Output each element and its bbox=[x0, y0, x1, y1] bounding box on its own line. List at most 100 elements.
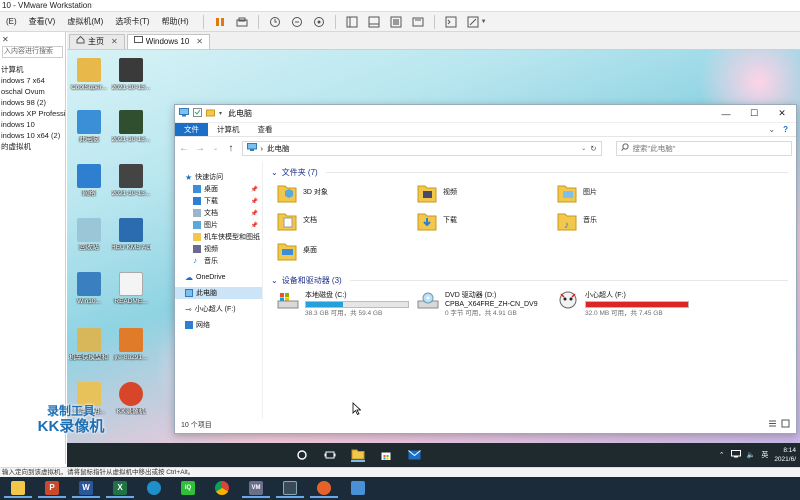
full-screen-icon[interactable] bbox=[390, 16, 402, 28]
vmware-icon[interactable]: VM bbox=[242, 479, 270, 498]
input-language[interactable]: 英 bbox=[761, 450, 768, 460]
close-icon[interactable]: ✕ bbox=[111, 35, 118, 49]
tab-file[interactable]: 文件 bbox=[175, 123, 208, 136]
library-item[interactable]: 计算机 bbox=[0, 64, 65, 75]
folders-section-header[interactable]: ⌄ 文件夹 (7) bbox=[271, 165, 788, 179]
chevron-down-icon[interactable]: ⌄ bbox=[581, 145, 586, 152]
library-item[interactable]: indows 98 (2) bbox=[0, 97, 65, 108]
desktop-icon[interactable]: 2021-10-13... bbox=[111, 164, 151, 197]
menu-tabs[interactable]: 选项卡(T) bbox=[109, 16, 155, 27]
nav-item-desktop[interactable]: 桌面 📌 bbox=[175, 183, 262, 195]
breadcrumb[interactable]: 此电脑 bbox=[267, 143, 290, 154]
snapshot-icon[interactable] bbox=[269, 16, 281, 28]
volume-icon[interactable]: 🔈 bbox=[747, 451, 756, 459]
chevron-up-icon[interactable]: ⌃ bbox=[719, 451, 725, 459]
menu-help[interactable]: 帮助(H) bbox=[156, 16, 195, 27]
chevron-down-icon[interactable]: ⌄ bbox=[211, 145, 220, 152]
refresh-icon[interactable]: ↻ bbox=[590, 144, 596, 153]
unity-icon[interactable] bbox=[412, 16, 424, 28]
network-icon[interactable] bbox=[730, 450, 741, 460]
maximize-icon[interactable]: ☐ bbox=[740, 105, 768, 123]
folder-videos[interactable]: 视频 bbox=[417, 181, 457, 203]
folder-documents[interactable]: 文档 bbox=[277, 209, 317, 231]
library-search-input[interactable]: 入内容进行搜索 bbox=[2, 46, 63, 58]
iqiyi-icon[interactable]: iQ bbox=[174, 479, 202, 498]
tab-home[interactable]: 主页 ✕ bbox=[69, 34, 125, 49]
nav-network[interactable]: 网络 bbox=[175, 319, 262, 331]
nav-item-pictures[interactable]: 图片 📌 bbox=[175, 219, 262, 231]
desktop-icon[interactable]: 此电脑 bbox=[69, 110, 109, 143]
mail-icon[interactable] bbox=[407, 448, 421, 462]
folder-desktop[interactable]: 桌面 bbox=[277, 239, 317, 261]
nav-item-downloads[interactable]: 下载 📌 bbox=[175, 195, 262, 207]
chrome-icon[interactable] bbox=[208, 479, 236, 498]
folder-downloads[interactable]: 下载 bbox=[417, 209, 457, 231]
library-item[interactable]: indows 7 x64 bbox=[0, 75, 65, 86]
nav-usb-drive[interactable]: ⊸ 小心超人 (F:) bbox=[175, 303, 262, 315]
nav-item-videos[interactable]: 视频 bbox=[175, 243, 262, 255]
revert-snapshot-icon[interactable] bbox=[291, 16, 303, 28]
word-icon[interactable]: W bbox=[72, 479, 100, 498]
drive-f[interactable]: 小心超人 (F:) 32.0 MB 可用，共 7.45 GB bbox=[557, 291, 689, 318]
tab-computer[interactable]: 计算机 bbox=[208, 123, 249, 136]
nav-quick-access[interactable]: ★ 快速访问 bbox=[175, 171, 262, 183]
snapshot-manager-icon[interactable] bbox=[313, 16, 325, 28]
chevron-down-icon[interactable]: ▾ bbox=[219, 110, 222, 117]
desktop-icon[interactable]: KK录像机 bbox=[111, 382, 151, 415]
tab-windows-10[interactable]: Windows 10 ✕ bbox=[126, 34, 210, 49]
menu-view[interactable]: 查看(V) bbox=[23, 16, 62, 27]
desktop-icon[interactable]: jre-8u291... bbox=[111, 328, 151, 361]
drive-c[interactable]: 本地磁盘 (C:) 38.3 GB 可用，共 59.4 GB bbox=[277, 291, 409, 318]
library-item[interactable]: indows XP Professic bbox=[0, 108, 65, 119]
up-icon[interactable]: ↑ bbox=[226, 143, 235, 154]
back-icon[interactable]: ← bbox=[179, 143, 189, 154]
application-icon[interactable] bbox=[344, 479, 372, 498]
help-icon[interactable]: ? bbox=[783, 125, 788, 134]
stretch-icon[interactable] bbox=[467, 16, 479, 28]
task-view-icon[interactable] bbox=[323, 448, 337, 462]
edge-icon[interactable] bbox=[140, 479, 168, 498]
file-explorer-icon[interactable] bbox=[351, 448, 365, 462]
large-icons-view-icon[interactable] bbox=[781, 419, 790, 434]
chevron-down-icon[interactable]: ⌄ bbox=[768, 125, 775, 134]
nav-onedrive[interactable]: ☁ OneDrive bbox=[175, 271, 262, 283]
folder-3d-objects[interactable]: 3D 对象 bbox=[277, 181, 328, 203]
drive-d[interactable]: DVD 驱动器 (D:) CPBA_X64FRE_ZH-CN_DV9 0 字节 … bbox=[417, 291, 538, 318]
library-item[interactable]: indows 10 x64 (2) bbox=[0, 130, 65, 141]
pause-icon[interactable] bbox=[214, 16, 226, 28]
tab-view[interactable]: 查看 bbox=[249, 123, 282, 136]
library-item[interactable]: indows 10 bbox=[0, 119, 65, 130]
folder-music[interactable]: ♪ 音乐 bbox=[557, 209, 597, 231]
desktop-icon[interactable]: 机车侠模型和... bbox=[69, 328, 109, 361]
nav-item-folder[interactable]: 机车侠模型和图纸 bbox=[175, 231, 262, 243]
chevron-right-icon[interactable]: › bbox=[261, 144, 264, 153]
desktop-icon[interactable]: 回收站 bbox=[69, 218, 109, 251]
desktop-icon[interactable]: Win10... bbox=[69, 272, 109, 305]
menu-vm[interactable]: 虚拟机(M) bbox=[61, 16, 109, 27]
desktop-icon[interactable]: 网络 bbox=[69, 164, 109, 197]
folder-icon[interactable] bbox=[4, 479, 32, 498]
minimize-icon[interactable]: — bbox=[712, 105, 740, 123]
chevron-down-icon[interactable]: ▼ bbox=[481, 19, 487, 25]
menu-edit[interactable]: (E) bbox=[0, 17, 23, 26]
desktop-icon[interactable]: HEU KMS Activato... bbox=[111, 218, 151, 251]
nav-item-music[interactable]: ♪ 音乐 bbox=[175, 255, 262, 267]
powerpoint-icon[interactable]: P bbox=[38, 479, 66, 498]
close-icon[interactable]: ✕ bbox=[768, 105, 796, 123]
nav-this-pc[interactable]: 此电脑 bbox=[175, 287, 262, 299]
folder-pictures[interactable]: 图片 bbox=[557, 181, 597, 203]
console-view-icon[interactable] bbox=[445, 16, 457, 28]
desktop-icon[interactable]: CoolSuper... bbox=[69, 58, 109, 91]
forward-icon[interactable]: → bbox=[195, 143, 205, 154]
application-icon[interactable] bbox=[276, 479, 304, 498]
desktop-icon[interactable]: 2021-10-13... bbox=[111, 110, 151, 143]
send-ctrl-alt-del-icon[interactable] bbox=[236, 16, 248, 28]
desktop-icon[interactable]: 2021-10-13... bbox=[111, 58, 151, 91]
close-icon[interactable]: ✕ bbox=[2, 35, 9, 44]
close-icon[interactable]: ✕ bbox=[196, 35, 203, 49]
excel-icon[interactable]: X bbox=[106, 479, 134, 498]
new-folder-icon[interactable] bbox=[206, 108, 215, 119]
address-bar[interactable]: › 此电脑 ⌄ ↻ bbox=[241, 140, 602, 156]
search-input[interactable]: 搜索"此电脑" bbox=[615, 140, 792, 156]
thumbnail-bar-icon[interactable] bbox=[368, 16, 380, 28]
